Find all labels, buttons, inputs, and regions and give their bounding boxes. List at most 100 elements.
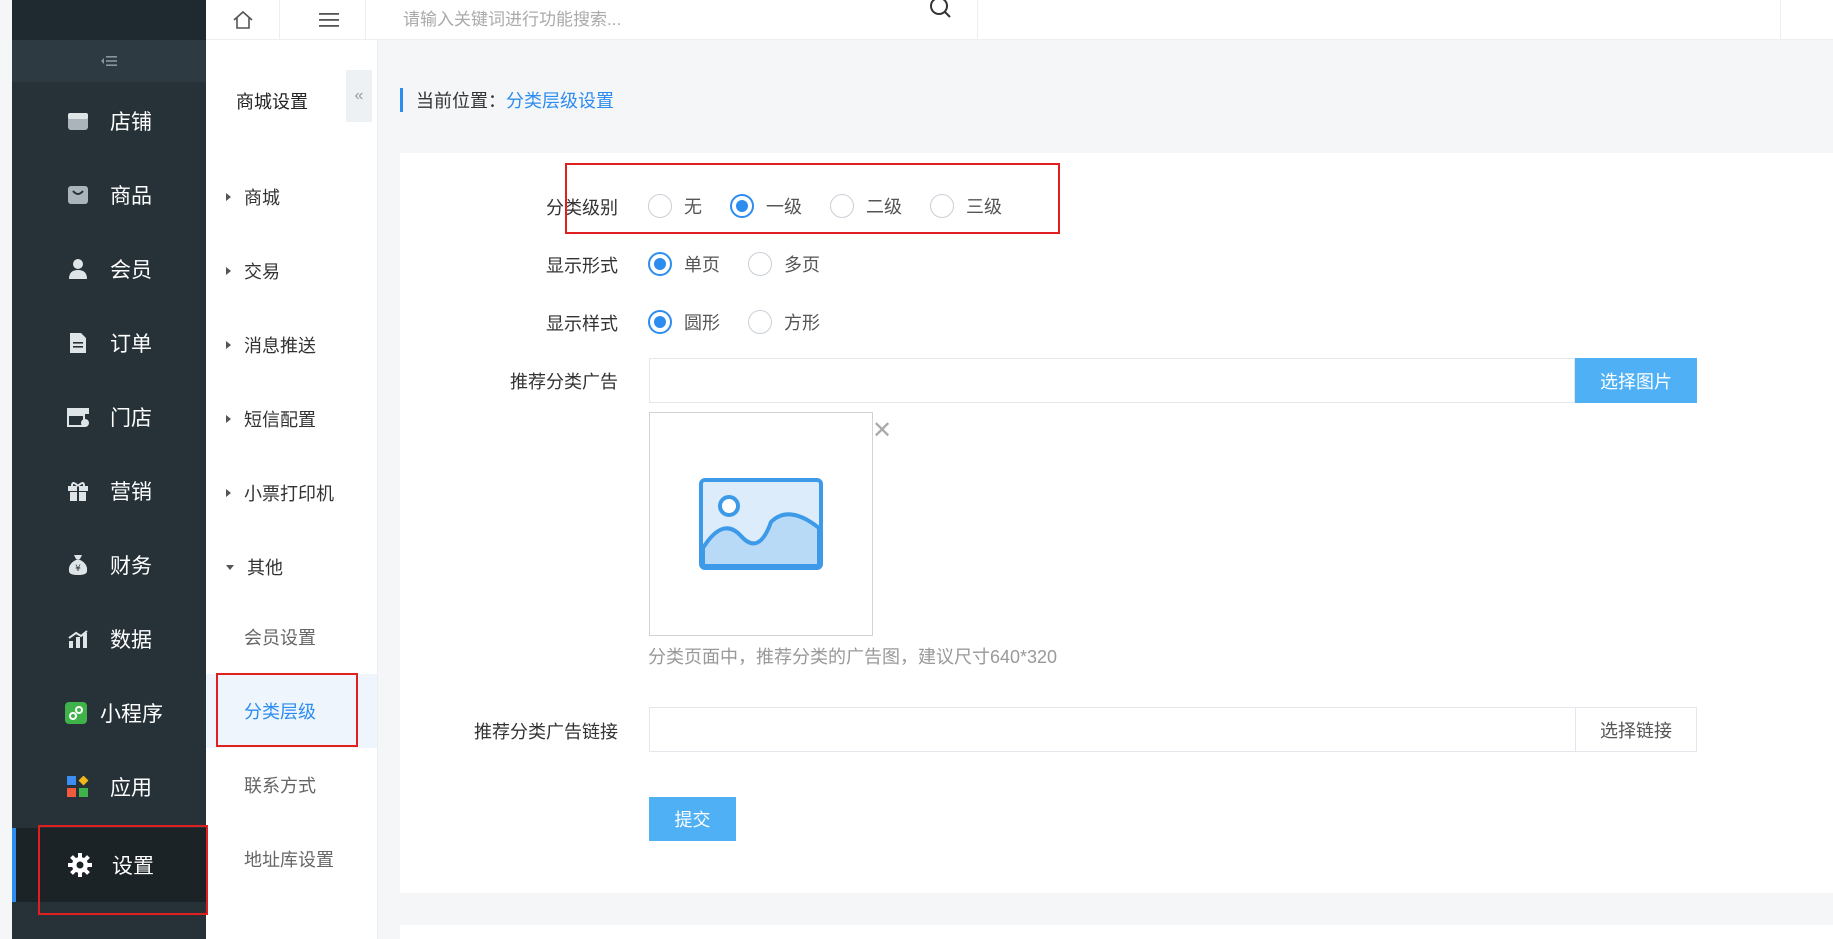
sidebar-item-label: 小程序 [100,703,163,726]
breadcrumb-current[interactable]: 分类层级设置 [506,87,614,113]
ad-image-input[interactable] [649,358,1575,403]
subnav-item-contact[interactable]: 联系方式 [206,748,377,822]
chart-icon [66,627,90,651]
radio-label: 二级 [866,197,902,217]
apps-icon [66,775,90,799]
radio-level-one[interactable]: 一级 [730,193,802,219]
subnav-group-label: 消息推送 [244,336,316,356]
sidebar-item-apps[interactable]: 应用 [12,750,206,824]
caret-right-icon [226,267,231,275]
subnav-item-category-level[interactable]: 分类层级 [206,674,377,748]
sidebar-item-finance[interactable]: ¥ 财务 [12,528,206,602]
category-level-radio-group: 无 一级 二级 三级 [648,193,1030,219]
subnav-group-mall[interactable]: 商城 [226,184,280,210]
subnav-group-push[interactable]: 消息推送 [226,332,316,358]
radio-circle[interactable] [648,310,672,334]
radio-label: 多页 [784,255,820,275]
radio-level-none[interactable]: 无 [648,193,702,219]
select-image-button[interactable]: 选择图片 [1575,358,1697,403]
subnav-group-label: 交易 [244,262,280,282]
sidebar-item-order[interactable]: 订单 [12,306,206,380]
caret-right-icon [226,489,231,497]
miniprogram-icon [64,701,88,725]
display-style-radio-group: 圆形 方形 [648,309,848,335]
search-bar [378,0,978,40]
subnav-group-label: 其他 [247,558,283,578]
menu-icon [318,13,339,27]
sidebar-item-label: 财务 [110,555,152,578]
sidebar-item-data[interactable]: 数据 [12,602,206,676]
radio-single-page[interactable]: 单页 [648,251,720,277]
radio-level-three[interactable]: 三级 [930,193,1002,219]
document-icon [66,331,90,355]
sidebar-item-settings[interactable]: 设置 [12,828,206,902]
sidebar-item-label: 商品 [110,185,152,208]
breadcrumb-label: 当前位置： [416,91,506,111]
settings-subnav: 商城设置 商城 交易 消息推送 短信配置 小票打印机 其他 会员设置 分类层级 … [206,0,378,939]
radio-square-style[interactable]: 方形 [748,309,820,335]
radio-label: 无 [684,197,702,217]
category-level-label: 分类级别 [546,198,618,218]
radio-circle[interactable] [648,194,672,218]
window-edge [0,0,12,939]
sidebar-item-label: 数据 [110,629,152,652]
sidebar-item-store[interactable]: 店铺 [12,84,206,158]
submit-button[interactable]: 提交 [649,797,736,841]
home-button[interactable] [206,0,280,40]
subnav-group-trade[interactable]: 交易 [226,258,280,284]
svg-text:¥: ¥ [75,564,81,574]
display-style-label: 显示样式 [546,314,618,334]
sidebar-item-marketing[interactable]: 营销 [12,454,206,528]
subnav-group-label: 商城 [244,188,280,208]
search-icon[interactable] [929,0,953,27]
ad-image-label: 推荐分类广告 [510,372,618,392]
radio-label: 圆形 [684,313,720,333]
radio-circle[interactable] [748,310,772,334]
search-input[interactable] [378,5,898,35]
subnav-group-other[interactable]: 其他 [226,554,283,580]
ad-image-hint: 分类页面中，推荐分类的广告图，建议尺寸640*320 [648,647,1058,667]
radio-label: 一级 [766,197,802,217]
sidebar-item-shop[interactable]: 门店 [12,380,206,454]
subnav-group-printer[interactable]: 小票打印机 [226,480,334,506]
sidebar-item-label: 设置 [112,855,154,878]
ad-link-input[interactable] [649,707,1576,752]
remove-image-icon[interactable]: ✕ [872,416,892,445]
caret-right-icon [226,193,231,201]
sidebar-item-member[interactable]: 会员 [12,232,206,306]
shop-icon [66,405,90,429]
radio-circle[interactable] [830,194,854,218]
subnav-group-label: 小票打印机 [244,484,334,504]
radio-circle[interactable] [648,252,672,276]
ad-image-preview[interactable] [649,412,873,636]
caret-down-icon [226,564,234,570]
money-bag-icon: ¥ [66,553,90,577]
ad-link-label: 推荐分类广告链接 [474,722,618,742]
subnav-group-label: 短信配置 [244,410,316,430]
subnav-group-sms[interactable]: 短信配置 [226,406,316,432]
radio-level-two[interactable]: 二级 [830,193,902,219]
radio-circle[interactable] [930,194,954,218]
home-icon [232,10,253,29]
radio-multi-page[interactable]: 多页 [748,251,820,277]
radio-circle-style[interactable]: 圆形 [648,309,720,335]
sidebar-item-label: 应用 [110,777,152,800]
radio-circle[interactable] [748,252,772,276]
sidebar-item-label: 订单 [110,333,152,356]
sidebar-item-label: 店铺 [110,111,152,134]
sidebar-collapse-button[interactable] [12,40,206,82]
display-mode-label: 显示形式 [546,256,618,276]
subnav-item-member-settings[interactable]: 会员设置 [206,600,377,674]
sidebar-item-miniprogram[interactable]: 小程序 [12,676,206,750]
caret-right-icon [226,341,231,349]
sidebar-logo-area [12,0,206,40]
sidebar-item-label: 营销 [110,481,152,504]
menu-button[interactable] [292,0,366,40]
sidebar-item-goods[interactable]: 商品 [12,158,206,232]
sidebar-item-label: 会员 [110,259,152,282]
select-link-button[interactable]: 选择链接 [1575,707,1697,752]
radio-circle[interactable] [730,194,754,218]
collapse-menu-icon [101,56,117,66]
subnav-item-address-library[interactable]: 地址库设置 [206,822,377,896]
subnav-collapse-button[interactable]: « [346,70,372,122]
